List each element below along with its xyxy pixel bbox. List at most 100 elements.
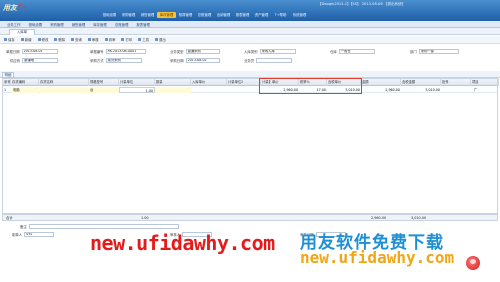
exit-button[interactable]: 退出 bbox=[155, 37, 166, 42]
menu-item-reports[interactable]: 报表管理 bbox=[233, 12, 252, 18]
menu-item-sales[interactable]: 销售管理 bbox=[138, 12, 157, 18]
col-header[interactable]: 入库单价 bbox=[191, 79, 227, 86]
col-header[interactable]: 含税金额 bbox=[401, 79, 441, 86]
field-maker: 制单人 SYS bbox=[12, 232, 55, 237]
menu-item-help[interactable]: T+帮助 bbox=[271, 12, 290, 18]
cell-batch[interactable] bbox=[441, 87, 471, 93]
price-highlight-box bbox=[259, 78, 362, 94]
remark-input[interactable] bbox=[28, 224, 179, 229]
salesperson-input[interactable] bbox=[256, 57, 293, 63]
cell-spec[interactable] bbox=[40, 87, 89, 93]
field-purchase-method: 采购方式 现货采购 bbox=[90, 57, 142, 63]
tools-button[interactable]: 工具 bbox=[138, 37, 149, 42]
save-icon bbox=[4, 38, 7, 41]
delete-button[interactable]: 删除 bbox=[54, 37, 65, 42]
tools-label: 工具 bbox=[142, 38, 150, 42]
field-label: 单据编号 bbox=[90, 49, 104, 54]
doc-date-input[interactable]: 2013-08-01 bbox=[21, 48, 58, 54]
field-label: 采购方式 bbox=[90, 58, 104, 63]
purchase-date-input[interactable]: 2013-08-01 bbox=[185, 57, 220, 63]
field-label: 仓库 bbox=[330, 49, 337, 54]
edit-button[interactable]: 修改 bbox=[37, 37, 49, 42]
business-type-select[interactable]: 普通采购 bbox=[185, 48, 220, 54]
field-remark: 备注 bbox=[20, 224, 179, 229]
cell-project[interactable]: 广 bbox=[473, 87, 499, 93]
cell-unit[interactable]: 台 bbox=[89, 87, 119, 93]
query-button[interactable]: 查询 bbox=[71, 37, 82, 42]
undo-icon bbox=[104, 38, 108, 41]
menu-item-assets[interactable]: 资产管理 bbox=[252, 12, 271, 18]
app-logo: 用友T+ bbox=[3, 3, 28, 13]
menu-item-costing[interactable]: 核算管理 bbox=[176, 12, 195, 18]
session-status[interactable]: 【Daogin2013-1】【SS】 2013-08-06 【退出系统】 bbox=[318, 2, 405, 7]
department-select[interactable]: 采购一部 bbox=[418, 48, 459, 54]
nav-tab[interactable]: 业务工作 bbox=[4, 22, 24, 27]
totals-label: 合计 bbox=[6, 216, 13, 220]
approve-button[interactable]: 审核 bbox=[87, 37, 99, 42]
document-tab[interactable]: 入库单 bbox=[9, 29, 35, 35]
table-row[interactable]: 1 电脑 台 1.00 2,960.00 17.00 3,010.00 2,96… bbox=[3, 87, 497, 93]
cell-inbound-price[interactable] bbox=[155, 87, 191, 93]
menu-item-basic[interactable]: 基础设置 bbox=[100, 12, 119, 18]
cell-tax-amount[interactable]: 3,010.00 bbox=[401, 87, 441, 93]
check-icon bbox=[87, 38, 91, 41]
watermark-url-left: new.ufidawhy.com bbox=[90, 231, 275, 255]
totals-tax-amount: 3,010.00 bbox=[411, 216, 427, 220]
inbound-type-select[interactable]: 采购入库 bbox=[259, 48, 296, 54]
menu-item-inventory[interactable]: 库存管理 bbox=[157, 12, 176, 18]
cell-qty2[interactable] bbox=[227, 87, 261, 93]
unapprove-button[interactable]: 弃审 bbox=[104, 37, 115, 42]
col-header[interactable]: 计量单位2 bbox=[227, 79, 261, 86]
new-button[interactable]: 新增 bbox=[20, 37, 32, 42]
col-header[interactable]: 金额 bbox=[361, 79, 401, 86]
warehouse-select[interactable]: 一般仓 bbox=[338, 48, 375, 54]
field-label: 制单人 bbox=[12, 233, 23, 237]
col-header[interactable]: 计量单位 bbox=[119, 79, 155, 86]
cell-unit2[interactable] bbox=[191, 87, 227, 93]
nav-tab[interactable]: 销售管理 bbox=[69, 22, 89, 27]
nav-tab[interactable]: 采购管理 bbox=[47, 22, 67, 27]
watermark-mascot-icon bbox=[466, 256, 480, 270]
col-header[interactable]: 项目 bbox=[471, 79, 499, 86]
nav-tab[interactable]: 库存管理 bbox=[90, 22, 110, 27]
edit-label: 修改 bbox=[41, 38, 49, 42]
field-label: 业务类型 bbox=[170, 49, 184, 54]
new-label: 新增 bbox=[24, 38, 32, 42]
field-label: 单据日期 bbox=[6, 49, 20, 54]
field-salesperson: 业务员 bbox=[244, 57, 293, 63]
col-header[interactable]: 规格型号 bbox=[89, 79, 119, 86]
nav-tab[interactable]: 总账管理 bbox=[112, 22, 132, 27]
col-header[interactable]: 存货编码 bbox=[11, 79, 39, 86]
nav-tab[interactable]: 基础设置 bbox=[26, 22, 46, 27]
nav-tab[interactable]: 报表管理 bbox=[133, 22, 153, 27]
edit-icon bbox=[37, 38, 41, 41]
field-label: 采购日期 bbox=[170, 58, 184, 63]
field-supplier: 供应商 新疆地 bbox=[10, 57, 59, 63]
exit-label: 退出 bbox=[159, 38, 166, 42]
cell-amount[interactable]: 2,960.00 bbox=[361, 87, 401, 93]
main-menu: 基础设置 采购管理 销售管理 库存管理 核算管理 总账管理 出纳管理 报表管理 … bbox=[100, 12, 309, 18]
field-doc-number: 单据编号 RK-2013-08-0001 bbox=[90, 48, 146, 54]
field-doc-date: 单据日期 2013-08-01 bbox=[6, 48, 58, 54]
save-label: 保存 bbox=[8, 38, 15, 42]
supplier-input[interactable]: 新疆地 bbox=[22, 57, 59, 63]
document-header-form: 单据日期 2013-08-01 单据编号 RK-2013-08-0001 业务类… bbox=[0, 45, 500, 70]
col-header[interactable]: 批号 bbox=[441, 79, 471, 86]
menu-item-ledger[interactable]: 总账管理 bbox=[195, 12, 214, 18]
purchase-method-select[interactable]: 现货采购 bbox=[105, 57, 142, 63]
print-button[interactable]: 打印 bbox=[121, 37, 132, 42]
watermark-url-right: new.ufidawhy.com bbox=[300, 248, 455, 267]
menu-item-system[interactable]: 系统管理 bbox=[290, 12, 309, 18]
menu-item-purchase[interactable]: 采购管理 bbox=[119, 12, 138, 18]
col-header[interactable]: 数量 bbox=[155, 79, 191, 86]
menu-item-cashier[interactable]: 出纳管理 bbox=[214, 12, 233, 18]
doc-number-input[interactable]: RK-2013-08-0001 bbox=[105, 48, 146, 54]
logo-brand: T+ bbox=[17, 3, 29, 12]
cell-quantity[interactable]: 1.00 bbox=[119, 87, 155, 93]
field-department: 部门 采购一部 bbox=[410, 48, 459, 54]
cell-item-name[interactable]: 电脑 bbox=[12, 87, 39, 93]
col-header[interactable]: 序号 bbox=[3, 79, 11, 86]
field-label: 供应商 bbox=[10, 58, 21, 63]
col-header[interactable]: 存货名称 bbox=[39, 79, 89, 86]
save-button[interactable]: 保存 bbox=[4, 37, 15, 42]
